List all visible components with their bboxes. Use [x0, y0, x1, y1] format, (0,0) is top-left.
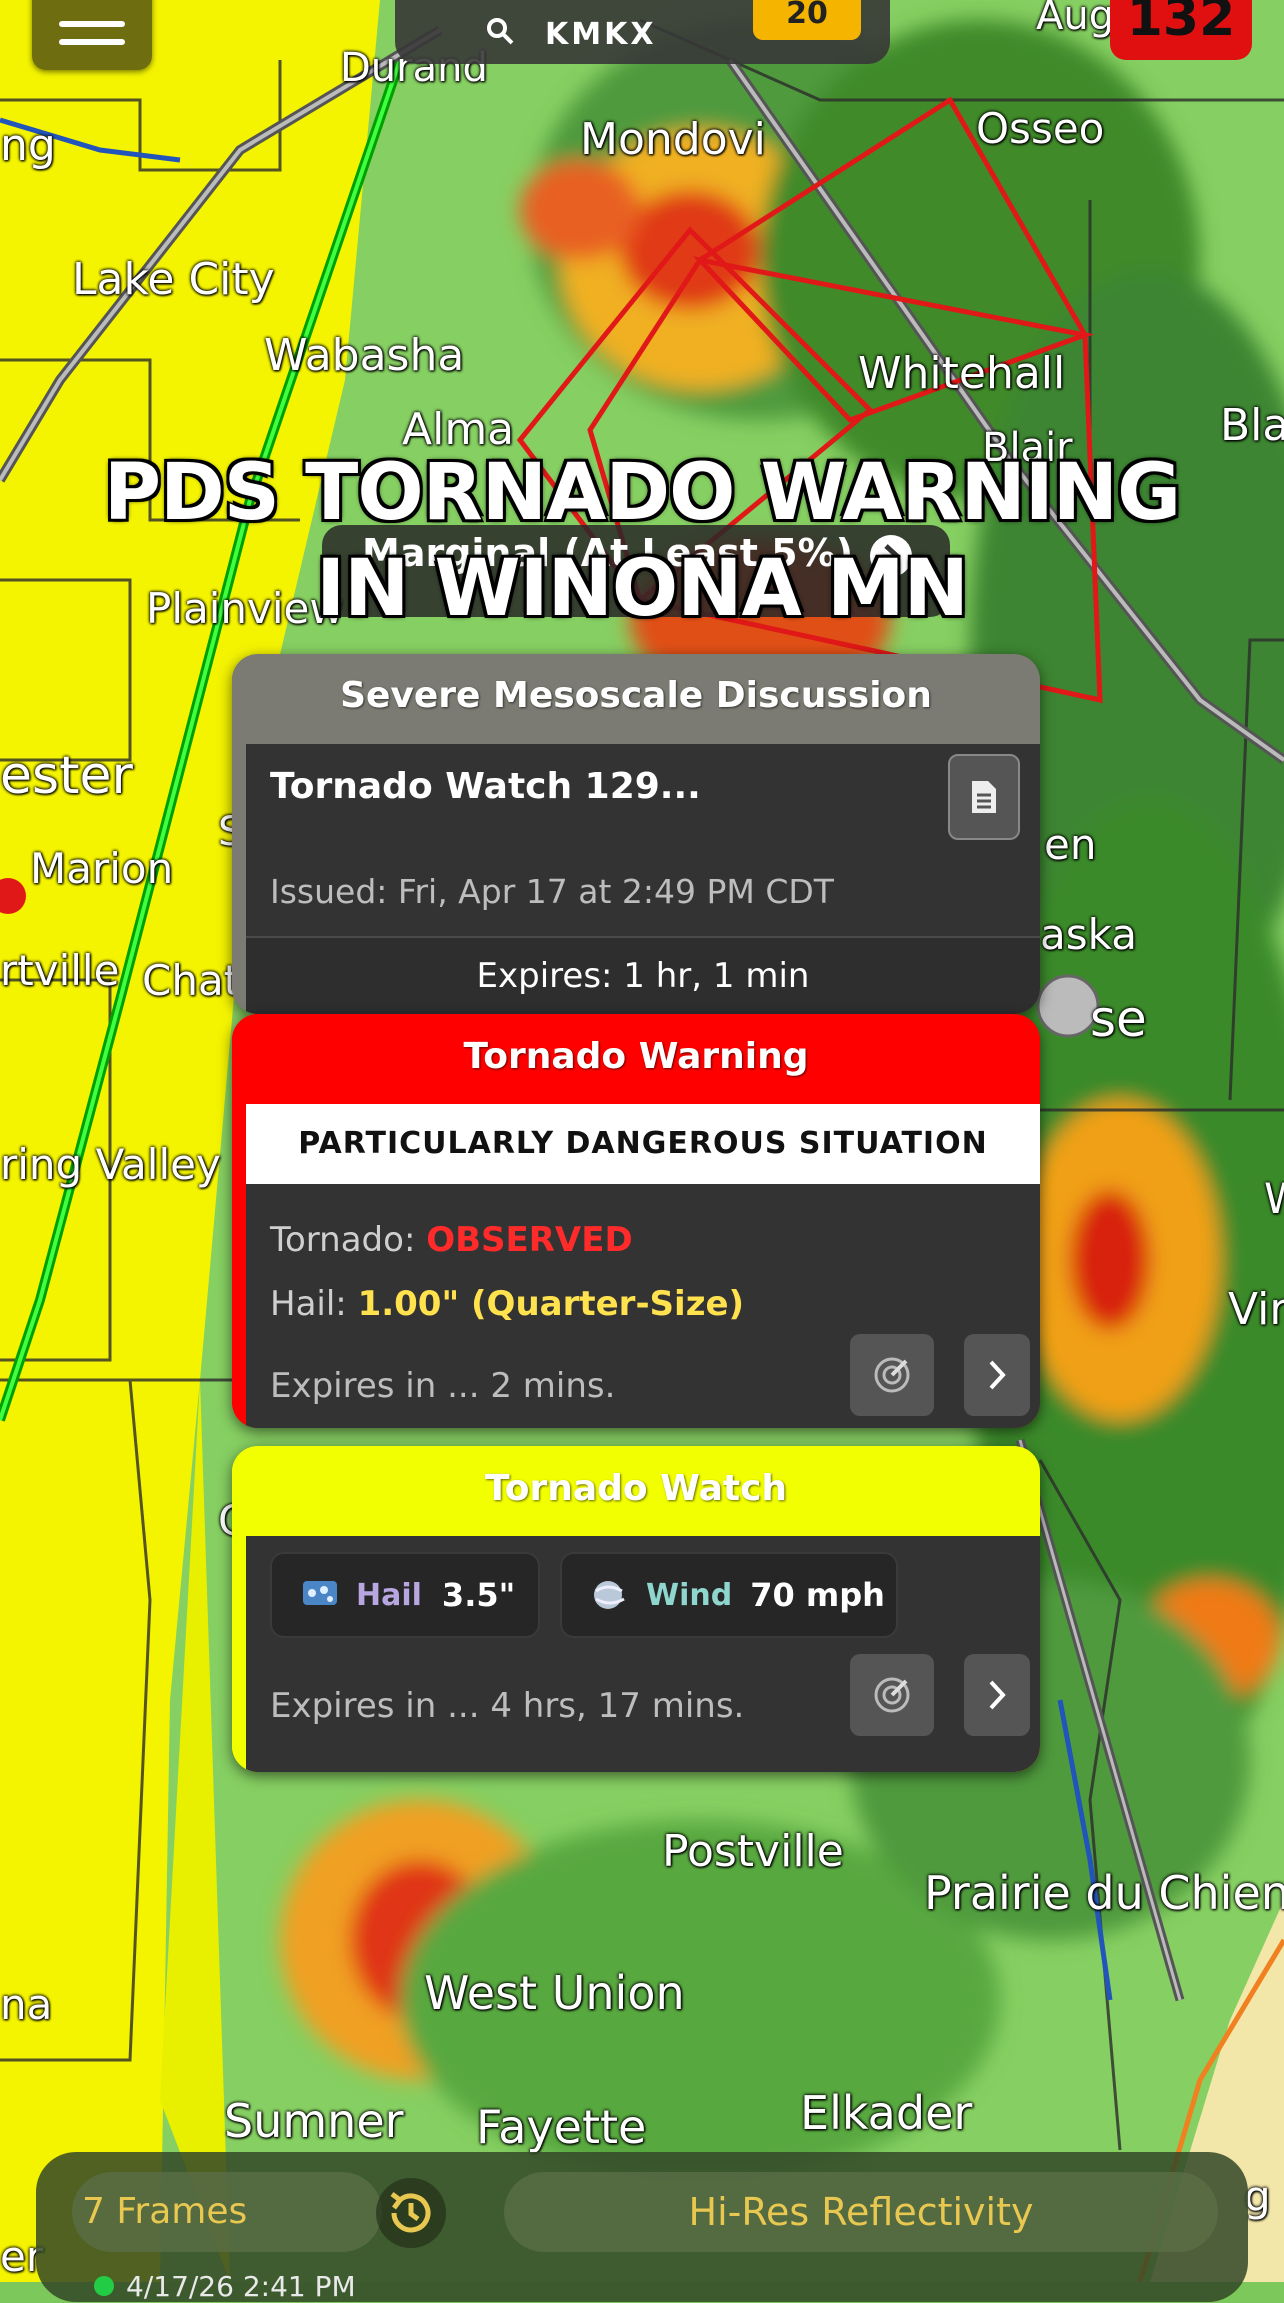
- map-label-osseo: Osseo: [976, 104, 1105, 153]
- radar-icon: [874, 1677, 910, 1713]
- map-label-lake-city: Lake City: [72, 254, 275, 305]
- mesoscale-discussion-card[interactable]: Severe Mesoscale Discussion Tornado Watc…: [232, 654, 1040, 1014]
- expires-text: Expires: 1 hr, 1 min: [246, 938, 1040, 1014]
- hail-icon: [303, 1581, 337, 1605]
- tornado-watch-card[interactable]: Tornado Watch Hail 3.5" Wind 70 mph Expi…: [232, 1446, 1040, 1772]
- map-label-alma: Alma: [402, 404, 515, 455]
- wind-icon: [594, 1581, 625, 1609]
- map-label-vir: Vir: [1228, 1284, 1284, 1335]
- chevron-right-icon: [989, 1680, 1006, 1710]
- map-label-rtville: rtville: [0, 946, 120, 995]
- frame-timestamp: 4/17/26 2:41 PM: [126, 2270, 356, 2303]
- wind-value: 70 mph: [750, 1576, 885, 1614]
- map-label-g: g: [1244, 2172, 1271, 2221]
- hail-pill: Hail 3.5": [270, 1552, 540, 1638]
- card-header: Tornado Watch: [484, 1468, 788, 1509]
- discussion-title: Tornado Watch 129...: [270, 766, 701, 807]
- center-on-watch-button[interactable]: [850, 1654, 934, 1736]
- warnings-count-badge[interactable]: 132: [1110, 0, 1252, 60]
- map-label-en: en: [1044, 820, 1097, 869]
- expires-text: Expires in ... 2 mins.: [270, 1366, 616, 1406]
- menu-button[interactable]: [32, 0, 152, 70]
- watch-details-button[interactable]: [964, 1654, 1030, 1736]
- map-label-se: se: [1090, 990, 1147, 1048]
- map-label-mondovi: Mondovi: [580, 114, 766, 165]
- live-status-dot: [94, 2276, 114, 2296]
- hail-label: Hail:: [270, 1284, 347, 1324]
- expires-text: Expires in ... 4 hrs, 17 mins.: [270, 1686, 745, 1726]
- hail-value: 3.5": [441, 1576, 516, 1614]
- playback-bar: 7 Frames Hi-Res Reflectivity 4/17/26 2:4…: [36, 2152, 1248, 2303]
- alert-count-badge[interactable]: 20: [753, 0, 861, 40]
- layer-selector-button[interactable]: Hi-Res Reflectivity: [504, 2172, 1218, 2252]
- map-label-sumner: Sumner: [224, 2094, 404, 2148]
- center-on-warning-button[interactable]: [850, 1334, 934, 1416]
- map-label-ester: ester: [0, 746, 133, 806]
- history-button[interactable]: [376, 2178, 446, 2248]
- tornado-label: Tornado:: [270, 1220, 416, 1260]
- issued-text: Issued: Fri, Apr 17 at 2:49 PM CDT: [270, 872, 834, 911]
- pds-banner: PARTICULARLY DANGEROUS SITUATION: [246, 1104, 1040, 1184]
- map-label-prairie-du-chien: Prairie du Chien: [924, 1866, 1284, 1920]
- hamburger-icon: [59, 21, 125, 27]
- hamburger-icon-line: [59, 39, 125, 45]
- hail-line: Hail: 1.00" (Quarter-Size): [270, 1284, 744, 1324]
- overlay-title-line2: IN WINONA MN: [316, 544, 969, 634]
- card-header: Tornado Warning: [463, 1036, 809, 1077]
- radar-site-code: KMKX: [545, 16, 657, 52]
- map-label-postville: Postville: [662, 1826, 844, 1877]
- wind-pill: Wind 70 mph: [560, 1552, 898, 1638]
- hail-label: Hail: [356, 1577, 422, 1613]
- map-label-w: W: [1264, 1178, 1284, 1220]
- overlay-title-line1: PDS TORNADO WARNING: [103, 448, 1181, 538]
- card-header: Severe Mesoscale Discussion: [340, 675, 932, 716]
- view-text-button[interactable]: [948, 754, 1020, 840]
- hail-size: 1.00" (Quarter-Size): [357, 1284, 745, 1324]
- map-label-marion: Marion: [30, 844, 174, 893]
- frames-button[interactable]: 7 Frames: [72, 2172, 382, 2252]
- map-label-aug: Aug: [1036, 0, 1115, 39]
- history-icon: [390, 2192, 431, 2233]
- warning-details-button[interactable]: [964, 1334, 1030, 1416]
- map-label-na: na: [0, 1980, 53, 2029]
- chevron-right-icon: [989, 1360, 1006, 1390]
- tornado-line: Tornado: OBSERVED: [270, 1220, 633, 1260]
- map-label-chat: Chat: [142, 956, 241, 1005]
- map-label-fayette: Fayette: [476, 2100, 647, 2154]
- search-icon: [487, 18, 514, 45]
- map-label-whitehall: Whitehall: [858, 348, 1066, 399]
- map-label-bla: Bla: [1220, 400, 1284, 451]
- map-label-elkader: Elkader: [800, 2086, 973, 2140]
- map-label-west-union: West Union: [424, 1966, 685, 2020]
- document-icon: [972, 781, 996, 813]
- wind-label: Wind: [646, 1577, 733, 1613]
- tornado-warning-card[interactable]: Tornado Warning PARTICULARLY DANGEROUS S…: [232, 1014, 1040, 1428]
- map-label-ng: ng: [0, 120, 56, 171]
- radar-icon: [874, 1357, 910, 1393]
- map-label-aska: aska: [1040, 910, 1137, 959]
- tornado-status: OBSERVED: [426, 1220, 633, 1260]
- map-label-ring-valley: ring Valley: [0, 1140, 221, 1189]
- map-label-wabasha: Wabasha: [264, 330, 465, 381]
